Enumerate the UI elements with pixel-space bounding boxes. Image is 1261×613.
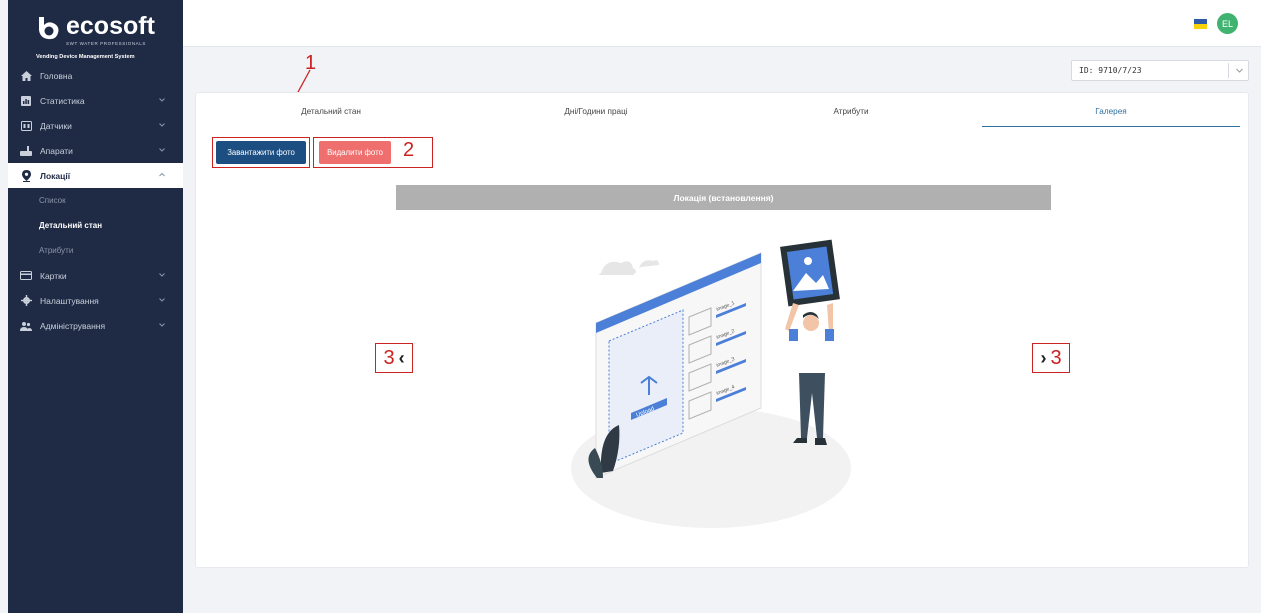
gallery-header: Локація (встановлення): [396, 185, 1051, 210]
sidebar-subitem-attributes[interactable]: Атрибути: [8, 238, 183, 263]
users-icon: [20, 320, 32, 332]
chevron-down-icon: [159, 273, 165, 277]
sidebar-nav: Головна Статистика Датчики Апарати Локац…: [8, 63, 183, 338]
gallery-placeholder-illustration: Upload image_1 image_2 image_3 image_4: [571, 239, 851, 528]
chevron-up-icon: [159, 172, 165, 177]
system-name: Vending Device Management System: [36, 54, 135, 60]
machine-icon: [20, 145, 32, 157]
sidebar-item-label: Налаштування: [40, 295, 99, 306]
gallery-prev-button[interactable]: 3 ‹: [375, 343, 413, 373]
annotation-number-1: 1: [305, 52, 317, 74]
sidebar-item-label: Головна: [40, 70, 73, 81]
ukraine-flag-icon[interactable]: [1194, 19, 1207, 29]
sidebar-item-label: Локації: [40, 170, 71, 181]
sidebar-item-machines[interactable]: Апарати: [8, 138, 183, 163]
brand-tagline: SWT WATER PROFESSIONALS: [66, 41, 146, 46]
chevron-right-icon: ›: [1040, 347, 1047, 368]
sensor-icon: [20, 120, 32, 132]
logo[interactable]: ecosoft SWT WATER PROFESSIONALS Vending …: [36, 10, 156, 60]
tab-attributes[interactable]: Атрибути: [776, 107, 926, 127]
sidebar-item-statistics[interactable]: Статистика: [8, 88, 183, 113]
sidebar-item-home[interactable]: Головна: [8, 63, 183, 88]
content-card: Детальний стан Дні/Години праці Атрибути…: [195, 92, 1249, 568]
annotation-number-3-right: 3: [1050, 346, 1062, 369]
flag-stripe-yellow: [1194, 24, 1207, 29]
sidebar: ecosoft SWT WATER PROFESSIONALS Vending …: [8, 0, 183, 613]
chevron-down-icon: [159, 123, 165, 127]
tab-working-days-hours[interactable]: Дні/Години праці: [516, 107, 676, 127]
chevron-down-icon: [159, 298, 165, 302]
chevron-left-icon: ‹: [398, 347, 405, 368]
sidebar-item-sensors[interactable]: Датчики: [8, 113, 183, 138]
sidebar-item-label: Датчики: [40, 120, 72, 131]
sidebar-item-label: Адміністрування: [40, 320, 106, 331]
sidebar-subitem-list[interactable]: Список: [8, 188, 183, 213]
location-pin-icon: [20, 169, 32, 182]
device-id-select-divider: [1228, 63, 1229, 78]
tab-bar: Детальний стан Дні/Години праці Атрибути…: [196, 107, 1250, 127]
avatar[interactable]: EL: [1217, 13, 1238, 34]
card-icon: [20, 270, 32, 282]
sidebar-item-administration[interactable]: Адміністрування: [8, 313, 183, 338]
sidebar-item-locations[interactable]: Локації: [8, 163, 183, 188]
sidebar-item-cards[interactable]: Картки: [8, 263, 183, 288]
gear-icon: [20, 295, 32, 307]
delete-photo-button[interactable]: Видалити фото: [319, 141, 391, 164]
chevron-down-icon: [159, 148, 165, 152]
home-icon: [20, 70, 32, 82]
device-id-select[interactable]: ID: 9710/7/23: [1071, 60, 1249, 81]
top-bar: EL: [183, 0, 1261, 47]
brand-name: ecosoft: [66, 12, 155, 40]
sidebar-item-label: Картки: [40, 270, 67, 281]
sidebar-subitem-detailed-state[interactable]: Детальний стан: [8, 213, 183, 238]
sidebar-item-label: Статистика: [40, 95, 85, 106]
chevron-down-icon[interactable]: [1235, 66, 1244, 75]
upload-photo-button[interactable]: Завантажити фото: [216, 141, 306, 164]
stats-icon: [20, 95, 32, 107]
chevron-down-icon: [159, 323, 165, 327]
sidebar-item-label: Апарати: [40, 145, 73, 156]
tab-gallery[interactable]: Галерея: [982, 107, 1240, 127]
ecosoft-logo-icon: [39, 17, 59, 40]
gallery-next-button[interactable]: › 3: [1032, 343, 1070, 373]
chevron-down-icon: [159, 98, 165, 102]
annotation-number-3-left: 3: [383, 346, 395, 369]
sidebar-item-settings[interactable]: Налаштування: [8, 288, 183, 313]
annotation-number-2: 2: [403, 139, 415, 161]
tab-detailed-state[interactable]: Детальний стан: [256, 107, 406, 127]
